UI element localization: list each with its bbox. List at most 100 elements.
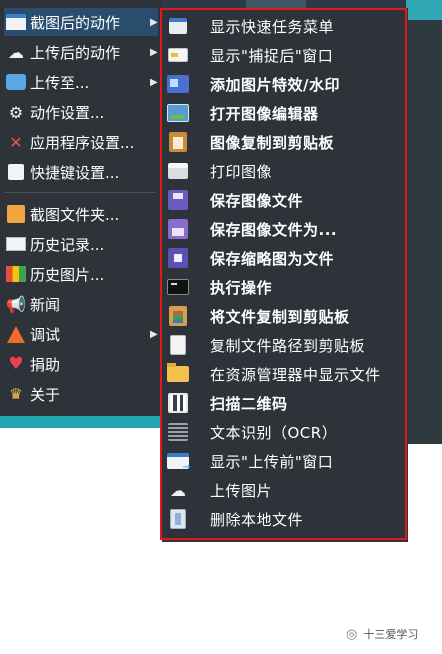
background-accent-bar [408,14,442,20]
menu-item-debug[interactable]: 调试 ▶ [4,320,158,348]
menu-item-after-upload[interactable]: ☁ 上传后的动作 ▶ [4,38,158,66]
submenu-item-label: 在资源管理器中显示文件 [210,365,381,384]
watermark-text: 十三爱学习 [363,628,419,641]
image-history-icon [4,264,28,284]
submenu-item-run-action[interactable]: 执行操作 [166,273,404,301]
history-icon [4,234,28,254]
save-icon [166,189,190,211]
submenu-arrow-icon: ▶ [150,76,158,88]
menu-item-label: 应用程序设置... [30,133,135,152]
submenu-item-after-capture-window[interactable]: 显示"捕捉后"窗口 [166,41,404,69]
menu-separator [4,192,156,193]
menu-item-label: 快捷键设置... [30,163,120,182]
submenu-item-label: 保存缩略图为文件 [210,249,335,268]
submenu-item-quick-task-menu[interactable]: 显示快速任务菜单 [166,12,404,40]
image-effects-icon [166,73,190,95]
submenu-item-upload-image[interactable]: ☁ 上传图片 [166,476,404,504]
submenu-item-label: 图像复制到剪贴板 [210,133,335,152]
upload-to-icon [4,72,28,92]
submenu-item-label: 复制文件路径到剪贴板 [210,336,366,355]
submenu-arrow-icon: ▶ [150,46,158,58]
hotkey-icon [4,162,28,182]
submenu-item-label: 显示"捕捉后"窗口 [210,46,334,65]
submenu-item-label: 显示"上传前"窗口 [210,452,334,471]
cloud-upload-icon: ☁ [170,480,186,500]
terminal-icon [166,276,190,298]
menu-item-label: 截图后的动作 [30,13,121,32]
submenu-arrow-icon: ▶ [150,328,158,340]
copy-file-clipboard-icon [166,305,190,327]
submenu-item-save-image[interactable]: 保存图像文件 [166,186,404,214]
screenshot-action-icon [4,12,28,32]
submenu-item-label: 打印图像 [210,162,273,181]
submenu-item-before-upload-window[interactable]: 显示"上传前"窗口 [166,447,404,475]
explorer-folder-icon [166,363,190,385]
before-upload-window-icon [166,450,191,473]
menu-item-label: 上传至... [30,73,90,92]
submenu-item-label: 扫描二维码 [210,394,288,413]
menu-item-donate[interactable]: ♥ 捐助 [4,350,60,378]
menu-item-label: 上传后的动作 [30,43,121,62]
heart-icon: ♥ [8,354,24,374]
image-editor-icon [166,102,190,124]
submenu-item-label: 保存图像文件 [210,191,304,210]
submenu-item-copy-path[interactable]: 复制文件路径到剪贴板 [166,331,404,359]
after-capture-submenu: 显示快速任务菜单 显示"捕捉后"窗口 添加图片特效/水印 打开图像编辑器 图像复… [162,8,408,542]
submenu-arrow-icon: ▶ [150,16,158,28]
menu-item-hotkey-settings[interactable]: 快捷键设置... [4,158,119,186]
tools-icon: ✕ [9,132,23,152]
background-app-panel [408,14,442,444]
submenu-item-copy-image[interactable]: 图像复制到剪贴板 [166,128,404,156]
submenu-item-save-image-as[interactable]: 保存图像文件为... [166,215,404,243]
gear-icon: ⚙ [8,102,24,122]
copy-path-icon [166,334,190,356]
tray-context-menu: 截图后的动作 ▶ ☁ 上传后的动作 ▶ 上传至... ▶ ⚙ 动作设置... ✕… [0,0,162,416]
menu-item-history[interactable]: 历史记录... [4,230,104,258]
menu-item-label: 截图文件夹... [30,205,120,224]
menu-item-screenshot-folder[interactable]: 截图文件夹... [4,200,119,228]
submenu-item-image-editor[interactable]: 打开图像编辑器 [166,99,404,127]
menu-item-about[interactable]: ♛ 关于 [4,380,60,408]
debug-cone-icon [4,324,28,344]
submenu-item-label: 将文件复制到剪贴板 [210,307,350,326]
menu-item-news[interactable]: 📢 新闻 [4,290,60,318]
folder-icon [4,204,28,224]
submenu-item-show-in-explorer[interactable]: 在资源管理器中显示文件 [166,360,404,388]
menu-item-label: 调试 [30,325,61,344]
background-accent [406,0,442,14]
submenu-item-scan-qr[interactable]: 扫描二维码 [166,389,404,417]
menu-item-after-capture[interactable]: 截图后的动作 ▶ [4,8,158,36]
submenu-item-delete-local-file[interactable]: 删除本地文件 [166,505,404,533]
watermark: ◎ 十三爱学习 [346,626,418,642]
qr-code-icon [166,392,190,414]
submenu-item-label: 显示快速任务菜单 [210,17,335,36]
submenu-item-print-image[interactable]: 打印图像 [166,157,404,185]
crown-icon: ♛ [9,385,23,403]
submenu-item-copy-file[interactable]: 将文件复制到剪贴板 [166,302,404,330]
menu-item-label: 历史图片... [30,265,105,284]
menu-item-label: 捐助 [30,355,61,374]
copy-image-clipboard-icon [166,131,190,153]
menu-item-app-settings[interactable]: ✕ 应用程序设置... [4,128,134,156]
submenu-item-label: 打开图像编辑器 [210,104,319,123]
submenu-item-save-thumbnail[interactable]: 保存缩略图为文件 [166,244,404,272]
menu-item-label: 历史记录... [30,235,105,254]
megaphone-icon: 📢 [6,294,26,314]
menu-item-upload-to[interactable]: 上传至... ▶ [4,68,158,96]
submenu-item-label: 上传图片 [210,481,273,500]
save-as-icon [166,218,190,240]
menu-item-image-history[interactable]: 历史图片... [4,260,104,288]
menu-item-label: 关于 [30,385,61,404]
wechat-icon: ◎ [346,626,358,642]
quick-task-menu-icon [166,15,190,37]
menu-item-task-settings[interactable]: ⚙ 动作设置... [4,98,104,126]
submenu-item-image-effects[interactable]: 添加图片特效/水印 [166,70,404,98]
submenu-item-label: 添加图片特效/水印 [210,75,340,94]
submenu-item-ocr[interactable]: 文本识别（OCR） [166,418,404,446]
submenu-item-label: 保存图像文件为... [210,220,338,239]
menu-item-label: 动作设置... [30,103,105,122]
delete-file-icon [166,508,190,530]
submenu-item-label: 删除本地文件 [210,510,304,529]
submenu-item-label: 执行操作 [210,278,273,297]
printer-icon [166,160,190,182]
